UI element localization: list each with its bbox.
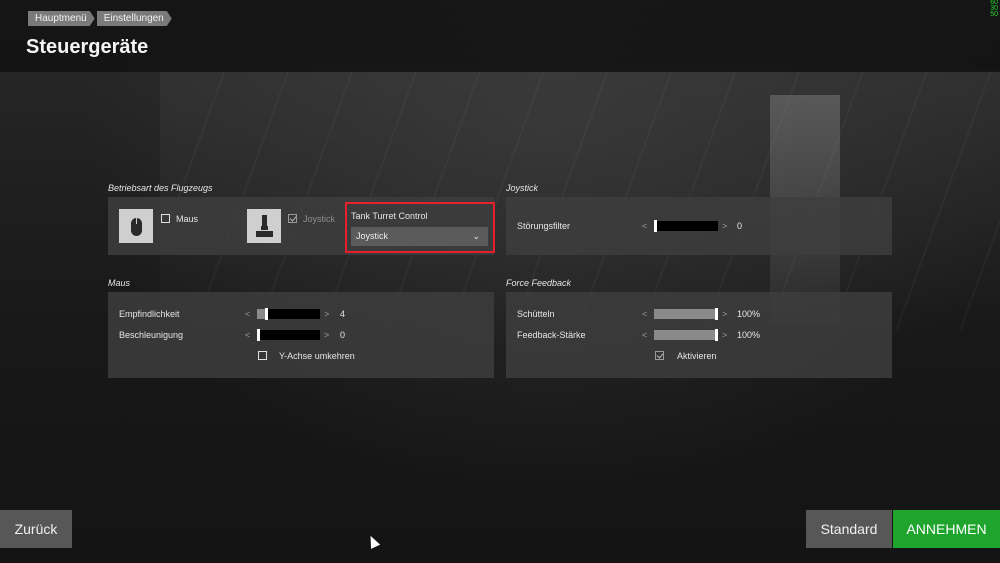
chevron-right-icon[interactable]: > [324, 308, 329, 320]
back-button[interactable]: Zurück [0, 510, 72, 548]
invert-y-label: Y-Achse umkehren [279, 351, 355, 361]
invert-y-checkbox[interactable] [258, 351, 267, 360]
mouse-mode-label: Maus [176, 214, 199, 224]
chevron-left-icon[interactable]: < [642, 329, 647, 341]
tank-turret-selected-value: Joystick [356, 231, 389, 241]
section-title-mouse: Maus [108, 278, 131, 288]
slider-track[interactable] [654, 308, 718, 320]
slider-fill [654, 309, 716, 319]
joystick-mode-label: Joystick [303, 214, 336, 224]
slider-thumb[interactable] [715, 308, 718, 320]
feedback-strength-slider[interactable]: < > 100% [641, 329, 771, 341]
slider-track[interactable] [257, 308, 320, 320]
chevron-right-icon[interactable]: > [722, 329, 727, 341]
slider-thumb[interactable] [715, 329, 718, 341]
fps-counter: 60 30 50 [990, 0, 998, 18]
noise-filter-slider[interactable]: < > 0 [641, 220, 751, 232]
chevron-down-icon: ⌄ [472, 231, 480, 241]
noise-filter-label: Störungsfilter [517, 221, 571, 231]
shake-value: 100% [737, 309, 761, 319]
chevron-right-icon[interactable]: > [722, 308, 727, 320]
chevron-left-icon[interactable]: < [642, 308, 647, 320]
breadcrumb: Hauptmenü Einstellungen [28, 11, 174, 26]
acceleration-value: 0 [340, 330, 346, 340]
default-button[interactable]: Standard [806, 510, 892, 548]
mouse-mode-checkbox[interactable] [161, 214, 170, 223]
section-title-flight-mode: Betriebsart des Flugzeugs [108, 183, 213, 193]
chevron-right-icon[interactable]: > [722, 220, 727, 232]
section-title-force-feedback: Force Feedback [506, 278, 572, 288]
acceleration-slider[interactable]: < > 0 [244, 329, 354, 341]
breadcrumb-settings[interactable]: Einstellungen [97, 11, 172, 26]
joystick-icon [247, 209, 281, 243]
chevron-left-icon[interactable]: < [245, 308, 250, 320]
slider-track[interactable] [654, 329, 718, 341]
slider-thumb[interactable] [654, 220, 657, 232]
feedback-strength-label: Feedback-Stärke [517, 330, 586, 340]
slider-track[interactable] [654, 220, 718, 232]
chevron-left-icon[interactable]: < [245, 329, 250, 341]
page-title: Steuergeräte [26, 36, 149, 58]
slider-track[interactable] [257, 329, 320, 341]
tank-turret-label: Tank Turret Control [351, 211, 428, 221]
joystick-mode-checkbox[interactable] [288, 214, 297, 223]
acceleration-label: Beschleunigung [119, 330, 184, 340]
noise-filter-value: 0 [737, 221, 743, 231]
force-feedback-enable-checkbox[interactable] [655, 351, 664, 360]
mouse-icon [119, 209, 153, 243]
shake-slider[interactable]: < > 100% [641, 308, 771, 320]
chevron-right-icon[interactable]: > [324, 329, 329, 341]
sensitivity-slider[interactable]: < > 4 [244, 308, 354, 320]
force-feedback-enable-label: Aktivieren [677, 351, 717, 361]
breadcrumb-main-menu[interactable]: Hauptmenü [28, 11, 95, 26]
section-title-joystick: Joystick [506, 183, 539, 193]
slider-fill [654, 330, 716, 340]
sensitivity-value: 4 [340, 309, 346, 319]
shake-label: Schütteln [517, 309, 555, 319]
chevron-left-icon[interactable]: < [642, 220, 647, 232]
accept-button[interactable]: ANNEHMEN [893, 510, 1000, 548]
slider-thumb[interactable] [257, 329, 260, 341]
feedback-strength-value: 100% [737, 330, 761, 340]
sensitivity-label: Empfindlichkeit [119, 309, 180, 319]
tank-turret-dropdown[interactable]: Joystick ⌄ [351, 227, 488, 246]
slider-thumb[interactable] [265, 308, 268, 320]
